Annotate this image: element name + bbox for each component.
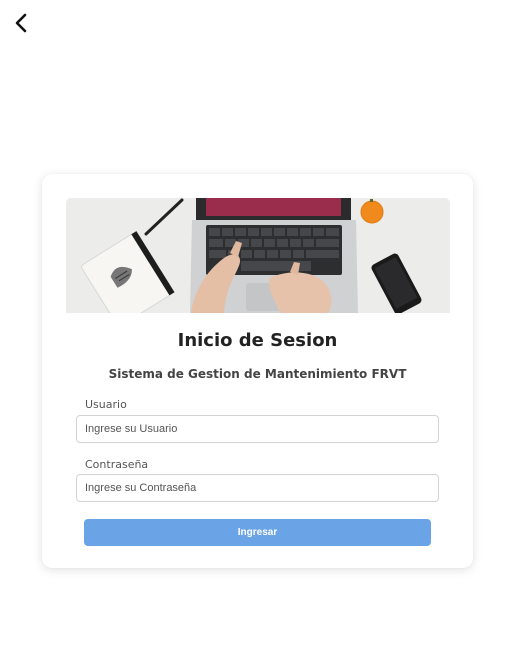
system-subtitle: Sistema de Gestion de Mantenimiento FRVT <box>108 367 407 381</box>
login-page: Inicio de Sesion Sistema de Gestion de M… <box>0 0 517 647</box>
password-label: Contraseña <box>85 458 149 471</box>
login-button[interactable]: Ingresar <box>84 519 431 546</box>
username-label: Usuario <box>85 398 127 411</box>
page-title: Inicio de Sesion <box>177 330 338 351</box>
back-button[interactable] <box>10 11 34 35</box>
login-card: Inicio de Sesion Sistema de Gestion de M… <box>42 174 473 568</box>
username-input[interactable] <box>76 415 439 443</box>
password-input[interactable] <box>76 474 439 502</box>
hero-image <box>66 198 450 313</box>
chevron-left-icon <box>15 13 27 33</box>
